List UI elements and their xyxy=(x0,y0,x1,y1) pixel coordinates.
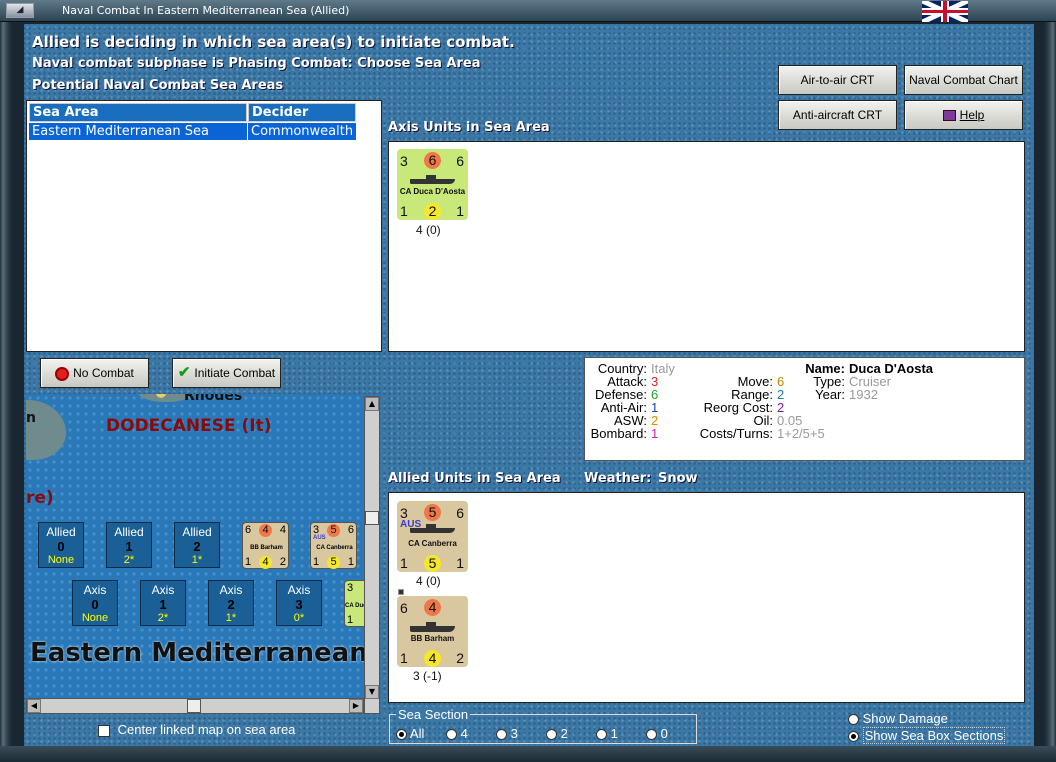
sea-section-option-0[interactable]: 0 xyxy=(646,726,668,741)
sea-area-list: Sea Area Decider Eastern Mediterranean S… xyxy=(26,100,382,352)
column-header-decider[interactable]: Decider xyxy=(248,103,357,122)
battleship-icon xyxy=(410,622,455,632)
sea-area-cell[interactable]: Eastern Mediterranean Sea xyxy=(29,123,247,140)
initiate-combat-button[interactable]: ✔ Initiate Combat xyxy=(172,358,281,388)
map-counter-canberra[interactable]: 3 5 6 AUS CA Canberra 1 5 1 xyxy=(310,522,357,569)
sea-section-option-1[interactable]: 1 xyxy=(596,726,618,741)
unit-caption: 4 (0) xyxy=(416,223,441,237)
book-icon xyxy=(942,110,956,122)
attack-circle: 6 xyxy=(424,152,441,169)
defense-circle: 5 xyxy=(424,555,441,572)
allied-units-label: Allied Units in Sea Area xyxy=(388,471,561,486)
center-linked-checkbox[interactable]: Center linked map on sea area xyxy=(98,722,295,737)
weather-label: Weather: xyxy=(584,471,652,486)
status-heading: Allied is deciding in which sea area(s) … xyxy=(32,33,515,51)
sea-section-label: Sea Section xyxy=(396,707,471,722)
defense-circle: 4 xyxy=(424,650,441,667)
sea-box-axis-1[interactable]: Axis 1 2* xyxy=(140,580,186,626)
partial-label: n xyxy=(26,410,36,426)
main-panel: Allied is deciding in which sea area(s) … xyxy=(24,24,1034,746)
sea-section-option-4[interactable]: 4 xyxy=(446,726,468,741)
sea-section-option-2[interactable]: 2 xyxy=(546,726,568,741)
window-menu-button[interactable]: ◢ xyxy=(6,3,34,18)
potential-areas-label: Potential Naval Combat Sea Areas xyxy=(32,78,284,93)
sea-section-group: Sea Section All 4 3 2 1 0 xyxy=(389,707,697,744)
sea-box-allied-0[interactable]: Allied 0 None xyxy=(38,522,84,568)
dodecanese-label: DODECANESE (It) xyxy=(106,416,272,436)
table-row[interactable]: Eastern Mediterranean Sea Commonwealth xyxy=(29,123,357,140)
unit-counter-duca-daosta[interactable]: 3 6 6 CA Duca D'Aosta 1 2 1 xyxy=(397,149,468,220)
sea-box-allied-2[interactable]: Allied 2 1* xyxy=(174,522,220,568)
partial-region-label: re) xyxy=(26,488,54,508)
unit-caption: 3 (-1) xyxy=(413,669,442,683)
allied-units-panel: 3 5 6 AUS CA Canberra 1 5 1 4 (0) 6 4 BB… xyxy=(388,492,1025,703)
unit-info-panel: Country: Italy Attack: 3 Defense: 6 Anti… xyxy=(584,357,1025,461)
horizontal-scroll-thumb[interactable] xyxy=(187,699,201,713)
decider-cell[interactable]: Commonwealth xyxy=(248,123,357,140)
weather-value: Snow xyxy=(658,471,698,486)
linked-map[interactable]: Rhodes n DODECANESE (It) re) Allied 0 None… xyxy=(26,394,380,714)
cruiser-icon xyxy=(410,524,455,533)
map-horizontal-scrollbar[interactable]: ◀ ▶ xyxy=(26,698,364,714)
cruiser-icon xyxy=(410,175,455,184)
checkmark-icon: ✔ xyxy=(177,364,191,381)
uk-flag-icon xyxy=(922,1,968,22)
attack-circle: 4 xyxy=(424,599,441,616)
title-bar: ◢ Naval Combat In Eastern Mediterranean … xyxy=(0,0,1056,22)
checkbox-box[interactable] xyxy=(98,724,110,737)
sea-section-option-all[interactable]: All xyxy=(396,726,424,741)
sea-name-label: Eastern Mediterranean xyxy=(30,638,368,668)
column-header-sea-area[interactable]: Sea Area xyxy=(29,103,247,122)
map-vertical-scrollbar[interactable]: ▲ ▼ xyxy=(364,396,380,714)
scroll-left-icon[interactable]: ◀ xyxy=(27,699,41,713)
show-sea-box-option[interactable]: Show Sea Box Sections xyxy=(848,727,1006,744)
window-title: Naval Combat In Eastern Mediterranean Se… xyxy=(62,4,350,17)
rhodes-label: Rhodes xyxy=(184,394,243,404)
naval-combat-chart-button[interactable]: Naval Combat Chart xyxy=(904,65,1023,95)
scroll-down-icon[interactable]: ▼ xyxy=(365,685,379,699)
anti-aircraft-crt-button[interactable]: Anti-aircraft CRT xyxy=(778,100,897,130)
sea-section-option-3[interactable]: 3 xyxy=(496,726,518,741)
sea-box-axis-0[interactable]: Axis 0 None xyxy=(72,580,118,626)
help-button[interactable]: Help xyxy=(904,100,1023,130)
vertical-scroll-thumb[interactable] xyxy=(365,511,379,525)
sea-box-axis-2[interactable]: Axis 2 1* xyxy=(208,580,254,626)
no-combat-button[interactable]: No Combat xyxy=(40,358,149,388)
unit-counter-canberra[interactable]: 3 5 6 AUS CA Canberra 1 5 1 xyxy=(397,501,468,572)
scroll-up-icon[interactable]: ▲ xyxy=(365,397,379,411)
axis-units-panel: 3 6 6 CA Duca D'Aosta 1 2 1 4 (0) xyxy=(388,141,1025,352)
unit-caption: 4 (0) xyxy=(416,574,441,588)
bottom-frame xyxy=(0,746,1056,762)
unit-counter-barham[interactable]: 6 4 BB Barham 1 4 2 xyxy=(397,596,468,667)
sea-area-table: Sea Area Decider Eastern Mediterranean S… xyxy=(28,102,357,141)
table-header-row: Sea Area Decider xyxy=(29,103,357,122)
subphase-text: Naval combat subphase is Phasing Combat:… xyxy=(32,56,481,71)
sea-box-axis-3[interactable]: Axis 3 0* xyxy=(276,580,322,626)
axis-units-label: Axis Units in Sea Area xyxy=(388,120,550,135)
no-entry-icon xyxy=(55,366,70,381)
scroll-right-icon[interactable]: ▶ xyxy=(349,699,363,713)
sea-box-allied-1[interactable]: Allied 1 2* xyxy=(106,522,152,568)
land-mass xyxy=(26,400,66,460)
map-counter-barham[interactable]: 6 4 4 BB Barham 1 4 2 xyxy=(242,522,289,569)
air-to-air-crt-button[interactable]: Air-to-air CRT xyxy=(778,65,897,95)
defense-circle: 2 xyxy=(424,203,441,220)
attack-circle: 5 xyxy=(424,504,441,521)
show-damage-option[interactable]: Show Damage xyxy=(848,711,948,726)
damage-marker-icon xyxy=(398,589,404,595)
